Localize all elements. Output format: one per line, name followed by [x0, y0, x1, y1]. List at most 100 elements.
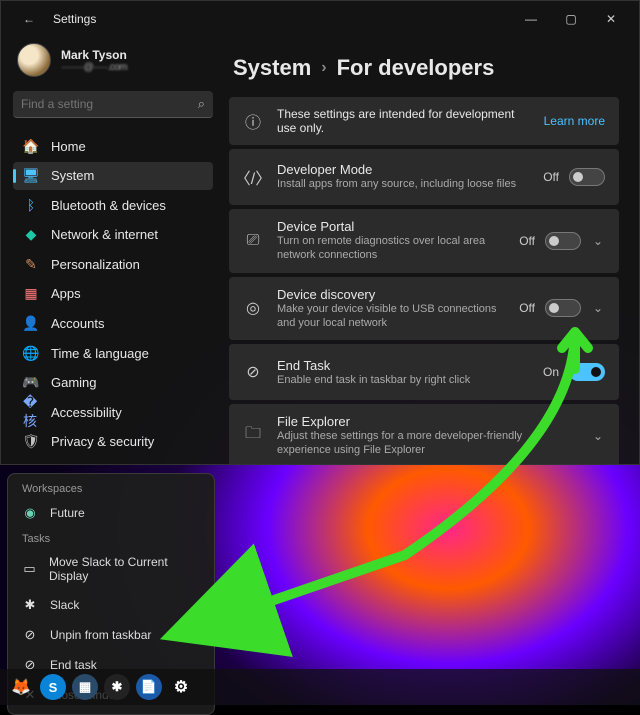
nav-item-gaming[interactable]: 🎮Gaming [13, 368, 213, 397]
nav-item-bluetooth-devices[interactable]: ᛒ Bluetooth & devices [13, 191, 213, 220]
nav-icon: ◆ [23, 227, 39, 243]
profile-email: ········@·····.com [61, 62, 127, 73]
setting-developer-mode[interactable]: 〈/〉 Developer ModeInstall apps from any s… [229, 149, 619, 205]
avatar [17, 43, 51, 77]
learn-more-link[interactable]: Learn more [544, 114, 605, 128]
info-banner: ⓘ These settings are intended for develo… [229, 97, 619, 145]
menu-item-slack[interactable]: ✱ Slack [8, 590, 214, 620]
toggle-switch[interactable] [545, 299, 581, 317]
workspaces-header: Workspaces [8, 478, 214, 498]
nav-icon: �核 [23, 404, 39, 420]
setting-title: File Explorer [277, 414, 577, 429]
nav-label: System [51, 168, 94, 183]
setting-desc: Install apps from any source, including … [277, 177, 529, 191]
nav-icon: 👤 [23, 316, 39, 332]
setting-title: End Task [277, 358, 529, 373]
nav-label: Time & language [51, 346, 149, 361]
menu-icon: ▭ [22, 561, 37, 577]
nav-label: Accounts [51, 316, 104, 331]
chevron-down-icon[interactable]: ⌄ [591, 429, 605, 443]
nav-label: Apps [51, 286, 81, 301]
setting-icon: 🗀 [243, 422, 263, 449]
breadcrumb-root[interactable]: System [233, 55, 311, 81]
nav-item-accounts[interactable]: 👤 Accounts [13, 309, 213, 338]
setting-desc: Enable end task in taskbar by right clic… [277, 373, 529, 387]
nav-icon: 🛡 [23, 434, 39, 450]
nav-icon: ✎ [23, 256, 39, 272]
taskbar-calculator-icon[interactable]: ▦ [72, 674, 98, 700]
setting-icon: ◎ [243, 298, 263, 318]
search-icon: ⌕ [198, 96, 205, 112]
minimize-button[interactable]: — [511, 5, 551, 33]
setting-device-discovery[interactable]: ◎Device discoveryMake your device visibl… [229, 277, 619, 341]
window-title: Settings [53, 12, 511, 26]
setting-icon: ⎚ [243, 232, 263, 250]
nav-item-network-internet[interactable]: ◆ Network & internet [13, 221, 213, 250]
nav-icon: 🖥 [23, 168, 39, 184]
setting-device-portal[interactable]: ⎚Device PortalTurn on remote diagnostics… [229, 209, 619, 273]
tasks-header: Tasks [8, 528, 214, 548]
search-box[interactable]: ⌕ [13, 91, 213, 118]
maximize-button[interactable]: ▢ [551, 5, 591, 33]
nav-label: Home [51, 139, 86, 154]
nav-label: Bluetooth & devices [51, 198, 166, 213]
toggle-switch[interactable] [545, 232, 581, 250]
taskbar-firefox-icon[interactable]: 🦊 [8, 674, 34, 700]
back-button[interactable]: ← [9, 5, 49, 33]
profile-name: Mark Tyson [61, 48, 127, 62]
nav-list: 🏠Home 🖥 System ᛒ Bluetooth & devices ◆ Network… [13, 132, 213, 456]
titlebar: ← Settings — ▢ ✕ [1, 1, 639, 37]
nav-icon: ᛒ [23, 197, 39, 213]
setting-icon: 〈/〉 [243, 165, 263, 189]
nav-item-accessibility[interactable]: �核 Accessibility [13, 398, 213, 427]
workspace-item[interactable]: ◉ Future [8, 498, 214, 528]
toggle-state: Off [519, 234, 535, 248]
setting-end-task[interactable]: ⊘ End TaskEnable end task in taskbar by r… [229, 344, 619, 400]
setting-icon: ⊘ [243, 362, 263, 382]
nav-item-personalization[interactable]: ✎ Personalization [13, 250, 213, 279]
nav-icon: 🎮 [23, 375, 39, 391]
setting-desc: Adjust these settings for a more develop… [277, 429, 577, 458]
toggle-switch[interactable] [569, 168, 605, 186]
taskbar-settings-icon[interactable]: ⚙ [168, 674, 194, 700]
main-panel: System › For developers ⓘ These settings… [221, 37, 639, 464]
nav-label: Personalization [51, 257, 140, 272]
menu-label: Slack [50, 598, 79, 612]
breadcrumb-page: For developers [337, 55, 495, 81]
nav-item-system[interactable]: 🖥 System [13, 162, 213, 191]
nav-item-privacy-security[interactable]: 🛡 Privacy & security [13, 427, 213, 456]
chevron-down-icon[interactable]: ⌄ [591, 234, 605, 248]
taskbar[interactable]: 🦊S▦✱📄⚙ [0, 669, 640, 705]
setting-desc: Make your device visible to USB connecti… [277, 302, 505, 331]
setting-file-explorer[interactable]: 🗀 File ExplorerAdjust these settings for … [229, 404, 619, 464]
nav-icon: 🌐 [23, 345, 39, 361]
sidebar: Mark Tyson ········@·····.com ⌕ 🏠Home 🖥 Sy… [1, 37, 221, 464]
banner-text: These settings are intended for developm… [277, 107, 530, 135]
nav-label: Accessibility [51, 405, 122, 420]
menu-icon: ✱ [22, 597, 38, 613]
toggle-state: Off [519, 301, 535, 315]
settings-panel[interactable]: ⓘ These settings are intended for develo… [229, 97, 623, 464]
setting-title: Developer Mode [277, 162, 529, 177]
menu-item-unpin-from-taskbar[interactable]: ⊘Unpin from taskbar [8, 620, 214, 650]
profile[interactable]: Mark Tyson ········@·····.com [13, 37, 213, 87]
nav-item-home[interactable]: 🏠Home [13, 132, 213, 161]
taskbar-notepad-icon[interactable]: 📄 [136, 674, 162, 700]
menu-label: Unpin from taskbar [50, 628, 151, 642]
taskbar-slack-icon[interactable]: ✱ [104, 674, 130, 700]
setting-desc: Turn on remote diagnostics over local ar… [277, 234, 505, 263]
nav-item-apps[interactable]: ▦Apps [13, 280, 213, 309]
toggle-state: On [543, 365, 559, 379]
chevron-right-icon: › [321, 59, 326, 77]
workspace-label: Future [50, 506, 85, 520]
close-button[interactable]: ✕ [591, 5, 631, 33]
nav-label: Network & internet [51, 227, 158, 242]
menu-item-move-slack-to-current-display[interactable]: ▭ Move Slack to Current Display [8, 548, 214, 590]
search-input[interactable] [21, 97, 198, 111]
nav-item-time-language[interactable]: 🌐 Time & language [13, 339, 213, 368]
nav-label: Privacy & security [51, 434, 154, 449]
menu-label: Move Slack to Current Display [49, 555, 200, 583]
toggle-switch[interactable] [569, 363, 605, 381]
taskbar-skype-icon[interactable]: S [40, 674, 66, 700]
chevron-down-icon[interactable]: ⌄ [591, 301, 605, 315]
